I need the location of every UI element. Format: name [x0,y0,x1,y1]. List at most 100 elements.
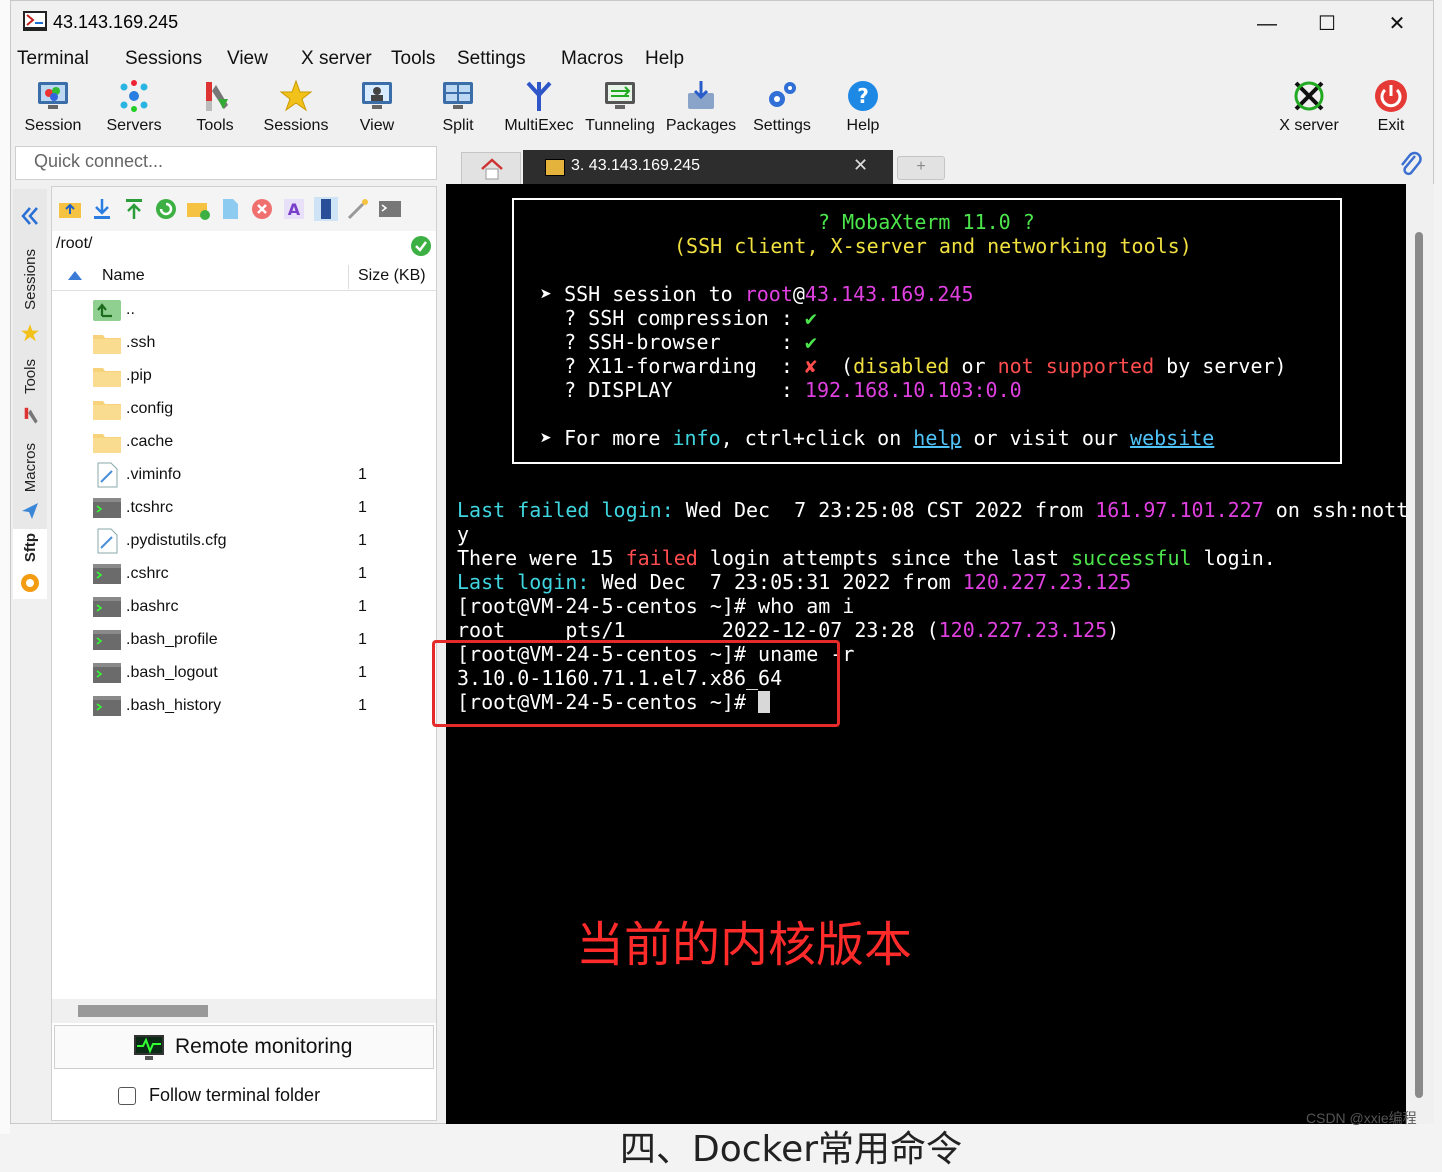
xserver-button[interactable]: X server [1269,77,1349,141]
follow-folder-label: Follow terminal folder [149,1085,321,1105]
last-login-line: Last login: Wed Dec 7 23:05:31 2022 from… [457,570,1132,594]
window-title: 43.143.169.245 [53,12,179,32]
menu-view[interactable]: View [227,48,268,70]
split-button[interactable]: Split [418,77,498,141]
file-row[interactable]: .ssh [52,326,436,359]
menu-sessions[interactable]: Sessions [125,48,202,70]
parent-folder-icon[interactable] [58,197,82,221]
file-row[interactable]: .pip [52,359,436,392]
file-row[interactable]: .viminfo 1 [52,458,436,491]
tab-session-3[interactable]: 3. 43.143.169.245 ✕ [523,150,893,184]
file-size: 1 [358,697,367,714]
check-circle-icon[interactable] [410,235,432,257]
follow-folder-checkbox[interactable] [118,1087,136,1105]
file-row[interactable]: .cache [52,425,436,458]
file-row[interactable]: .bashrc 1 [52,590,436,623]
minimize-button[interactable]: — [1237,7,1297,41]
tools-icon [24,407,38,424]
tab-sessions[interactable]: Sessions [13,245,47,349]
download-icon[interactable] [90,197,114,221]
tools-button[interactable]: Tools [175,77,255,141]
close-tab-button[interactable]: ✕ [853,155,868,176]
terminal-scrollbar[interactable] [1406,184,1434,1124]
current-path[interactable]: /root/ [56,235,92,253]
session-icon [38,82,68,109]
session-button[interactable]: Session [13,77,93,141]
shell-script-icon [92,561,122,587]
command-who-am-i: [root@VM-24-5-centos ~]# who am i [457,594,855,618]
tab-sftp[interactable]: Sftp [13,529,47,599]
file-name: .bash_logout [126,664,218,681]
column-name[interactable]: Name [102,267,145,285]
permissions-icon[interactable] [314,197,338,221]
file-row[interactable]: .cshrc 1 [52,557,436,590]
paperclip-icon[interactable] [1397,150,1423,180]
settings-button[interactable]: Settings [742,77,822,141]
upload-icon[interactable] [122,197,146,221]
horizontal-scroll-thumb[interactable] [78,1005,208,1017]
sort-ascending-icon[interactable] [68,271,82,280]
ssh-browser-line: ? SSH-browser : ✔ [540,330,817,354]
x11-forwarding-line: ? X11-forwarding : ✘ (disabled or not su… [540,354,1287,378]
collapse-icon[interactable] [19,205,41,227]
gear-icon [769,82,796,107]
file-row[interactable]: .bash_logout 1 [52,656,436,689]
file-size: 1 [358,532,367,549]
website-link[interactable]: website [1130,426,1214,450]
quick-connect-input[interactable]: Quick connect... [15,146,437,180]
menu-terminal[interactable]: Terminal [17,48,89,70]
tunneling-button[interactable]: Tunneling [580,77,660,141]
file-name: .cshrc [126,565,169,582]
menu-settings[interactable]: Settings [457,48,526,70]
packages-icon [688,81,714,109]
packages-button[interactable]: Packages [661,77,741,141]
column-size[interactable]: Size (KB) [358,267,426,285]
magic-wand-icon[interactable] [346,197,370,221]
new-tab-button[interactable]: + [897,156,945,180]
new-folder-icon[interactable] [186,197,210,221]
star-icon [279,79,313,112]
rename-icon[interactable]: A [282,197,306,221]
menu-help[interactable]: Help [645,48,684,70]
refresh-icon[interactable] [154,197,178,221]
file-row[interactable]: .tcshrc 1 [52,491,436,524]
terminal-icon[interactable] [378,197,402,221]
file-name: .config [126,400,174,417]
title-bar: 43.143.169.245 — ☐ ✕ [11,1,1433,45]
file-row[interactable]: .bash_profile 1 [52,623,436,656]
menu-xserver[interactable]: X server [301,48,372,70]
menu-macros[interactable]: Macros [561,48,623,70]
multiexec-button[interactable]: MultiExec [499,77,579,141]
file-row[interactable]: .pydistutils.cfg 1 [52,524,436,557]
file-row[interactable]: .config [52,392,436,425]
shell-script-icon [92,660,122,686]
servers-button[interactable]: Servers [94,77,174,141]
file-name: .viminfo [126,466,182,483]
file-row[interactable]: .bash_history 1 [52,689,436,722]
help-link[interactable]: help [913,426,961,450]
tab-macros[interactable]: Macros [13,441,47,525]
exit-button[interactable]: Exit [1351,77,1431,141]
new-file-icon[interactable] [218,197,242,221]
terminal-scroll-thumb[interactable] [1415,232,1423,1098]
delete-icon[interactable] [250,197,274,221]
maximize-button[interactable]: ☐ [1297,7,1357,41]
multiexec-icon [526,81,552,111]
tab-tools[interactable]: Tools [13,355,47,435]
file-row[interactable]: .. [52,293,436,326]
who-output-line: root pts/1 2022-12-07 23:28 (120.227.23.… [457,618,1120,642]
help-button[interactable]: ? Help [823,77,903,141]
path-bar[interactable]: /root/ [52,231,436,261]
file-name: .pydistutils.cfg [126,532,227,549]
close-window-button[interactable]: ✕ [1367,7,1427,41]
horizontal-scrollbar[interactable] [52,999,436,1023]
view-button[interactable]: View [337,77,417,141]
document-icon [92,528,122,554]
svg-text:A: A [288,200,301,219]
home-tab[interactable] [461,152,521,184]
remote-monitoring-button[interactable]: Remote monitoring [54,1025,434,1069]
column-separator[interactable] [348,265,349,289]
sessions-button[interactable]: Sessions [256,77,336,141]
folder-icon [92,396,122,422]
menu-tools[interactable]: Tools [391,48,435,70]
